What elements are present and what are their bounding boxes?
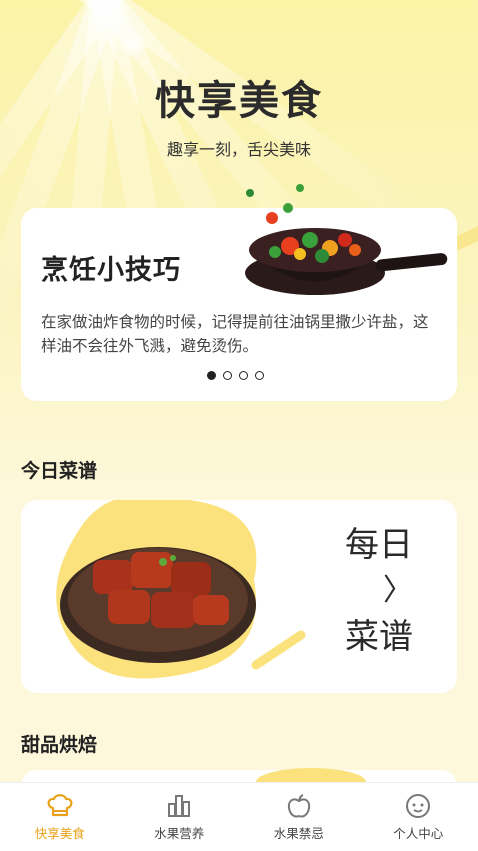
section-title-dessert: 甜品烘焙	[21, 730, 97, 757]
apple-icon	[285, 793, 313, 819]
sun-glow	[118, 28, 148, 58]
tab-food[interactable]: 快享美食	[0, 783, 120, 851]
page-title: 快享美食	[0, 68, 478, 126]
wok-stir-fry-image	[230, 178, 460, 308]
tip-text: 在家做油炸食物的时候，记得提前往油锅里撒少许盐，这样油不会往外飞溅，避免烫伤。	[41, 310, 441, 358]
tab-label-profile: 个人中心	[393, 823, 443, 842]
tab-fruit-taboo[interactable]: 水果禁忌	[239, 783, 359, 851]
section-title-today: 今日菜谱	[21, 456, 97, 483]
yellow-blob-decoration	[251, 764, 371, 784]
carousel-dots	[207, 371, 264, 380]
recipe-line-1: 每日	[345, 522, 413, 568]
tab-label-food: 快享美食	[35, 823, 85, 842]
tab-label-fruit-nutrition: 水果营养	[154, 823, 204, 842]
recipe-line-2: 菜谱	[345, 614, 413, 660]
chevron-right-icon: 〉	[345, 568, 413, 614]
braised-pork-image	[53, 520, 268, 670]
carousel-dot-2[interactable]	[223, 371, 232, 380]
daily-recipe-label: 每日 〉 菜谱	[345, 522, 413, 660]
page-subtitle: 趣享一刻，舌尖美味	[0, 136, 478, 160]
carousel-dot-3[interactable]	[239, 371, 248, 380]
tab-fruit-nutrition[interactable]: 水果营养	[120, 783, 240, 851]
carousel-dot-1[interactable]	[207, 371, 216, 380]
daily-recipe-card[interactable]: 每日 〉 菜谱	[21, 500, 457, 693]
tip-title: 烹饪小技巧	[41, 248, 181, 287]
face-icon	[404, 793, 432, 819]
yellow-stroke-decoration	[251, 630, 311, 670]
bottom-tab-bar: 快享美食 水果营养 水果禁忌 个人中心	[0, 782, 478, 851]
bar-chart-icon	[165, 793, 193, 819]
tab-profile[interactable]: 个人中心	[359, 783, 478, 851]
chef-hat-icon	[46, 793, 74, 819]
carousel-dot-4[interactable]	[255, 371, 264, 380]
tab-label-fruit-taboo: 水果禁忌	[274, 823, 324, 842]
